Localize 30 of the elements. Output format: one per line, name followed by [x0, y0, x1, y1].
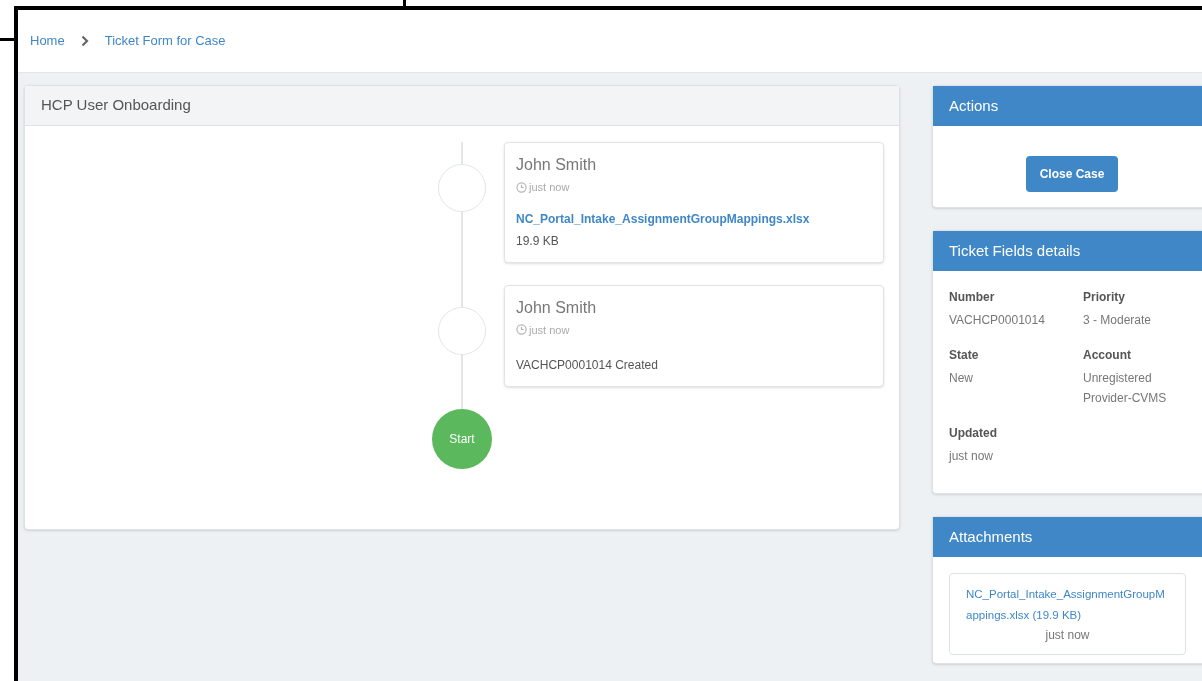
timestamp: just now — [529, 180, 570, 195]
breadcrumb-link[interactable]: Home — [30, 31, 65, 51]
field-value: Unregistered Provider-CVMS — [1083, 370, 1168, 407]
start-node: Start — [432, 409, 492, 469]
panel-title: HCP User Onboarding — [41, 95, 191, 116]
field-label: State — [949, 347, 980, 364]
breadcrumb-link[interactable]: Ticket Form for Case — [104, 31, 226, 51]
clock-icon — [516, 324, 527, 336]
field-label: Account — [1083, 347, 1132, 364]
author-name: John Smith — [516, 155, 598, 175]
timestamp: just now — [529, 322, 570, 338]
author-name: John Smith — [516, 297, 598, 318]
field-value: 3 - Moderate — [1083, 312, 1153, 329]
field-label: Number — [949, 289, 996, 306]
file-size: 19.9 KB — [516, 232, 560, 250]
field-label: Updated — [949, 425, 998, 442]
field-value: New — [949, 370, 974, 387]
field-value: VACHCP0001014 — [949, 312, 1046, 329]
panel-title: Attachments — [949, 526, 1033, 547]
panel-title: Ticket Fields details — [949, 240, 1081, 261]
chevron-right-icon — [80, 35, 89, 47]
close-case-button[interactable]: Close Case — [1025, 156, 1119, 192]
clock-icon — [516, 181, 527, 193]
note-text: VACHCP0001014 Created — [516, 357, 659, 374]
field-value: just now — [949, 448, 995, 465]
file-link[interactable]: NC_Portal_Intake_AssignmentGroupMappings.xlsx — [516, 209, 872, 228]
attachment-time: just now — [1045, 627, 1090, 644]
attachment-link[interactable]: NC_Portal_Intake_AssignmentGroupMappings.xlsx (19.9 KB) — [966, 584, 1169, 626]
panel-title: Actions — [949, 95, 999, 116]
field-label: Priority — [1083, 289, 1126, 306]
